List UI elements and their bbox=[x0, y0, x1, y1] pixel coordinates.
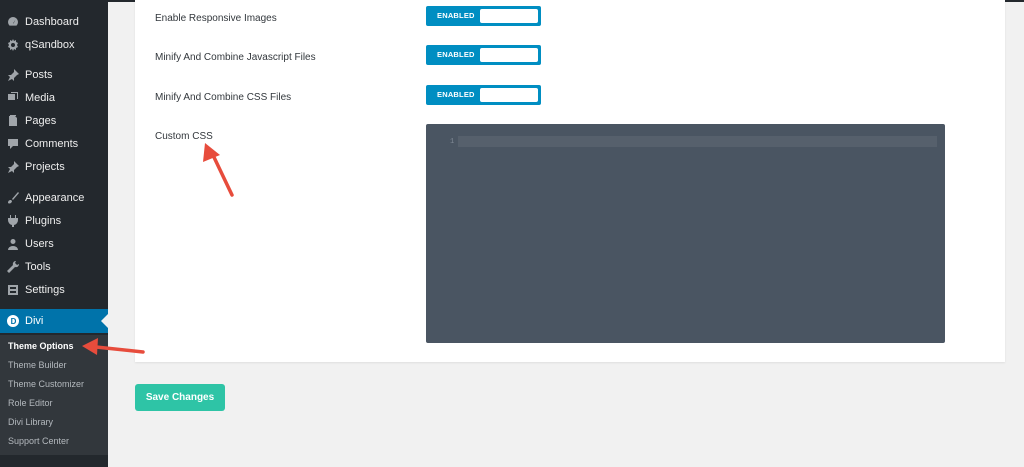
line-number: 1 bbox=[450, 138, 455, 146]
sidebar-item-tools[interactable]: Tools bbox=[0, 256, 108, 278]
sidebar-item-plugins[interactable]: Plugins bbox=[0, 210, 108, 232]
sidebar-item-label: Users bbox=[25, 238, 54, 250]
toggle-knob bbox=[480, 48, 538, 62]
comment-icon bbox=[7, 138, 19, 150]
plug-icon bbox=[7, 215, 19, 227]
submenu-support-center[interactable]: Support Center bbox=[8, 436, 69, 446]
sidebar-item-users[interactable]: Users bbox=[0, 233, 108, 255]
sidebar-item-qsandbox[interactable]: qSandbox bbox=[0, 34, 108, 56]
sidebar-item-comments[interactable]: Comments bbox=[0, 133, 108, 155]
brush-icon bbox=[7, 192, 19, 204]
minify-js-toggle[interactable]: ENABLED bbox=[426, 45, 541, 65]
sidebar-item-media[interactable]: Media bbox=[0, 87, 108, 109]
pages-icon bbox=[7, 115, 19, 127]
submenu-theme-options[interactable]: Theme Options bbox=[8, 341, 74, 351]
toggle-knob bbox=[480, 9, 538, 23]
sidebar-item-label: Dashboard bbox=[25, 16, 79, 28]
sidebar-item-label: Media bbox=[25, 92, 55, 104]
toggle-state: ENABLED bbox=[437, 90, 475, 99]
sidebar-item-divi[interactable]: D Divi bbox=[0, 309, 108, 333]
divi-submenu: Theme Options Theme Builder Theme Custom… bbox=[0, 335, 108, 455]
sidebar-item-posts[interactable]: Posts bbox=[0, 64, 108, 86]
sidebar-item-label: Comments bbox=[25, 138, 79, 150]
toggle-state: ENABLED bbox=[437, 11, 475, 20]
sidebar-item-label: Divi bbox=[25, 315, 44, 327]
sidebar-item-label: Posts bbox=[25, 69, 53, 81]
sidebar-item-projects[interactable]: Projects bbox=[0, 156, 108, 178]
submenu-role-editor[interactable]: Role Editor bbox=[8, 398, 53, 408]
submenu-theme-customizer[interactable]: Theme Customizer bbox=[8, 379, 84, 389]
submenu-theme-builder[interactable]: Theme Builder bbox=[8, 360, 67, 370]
sidebar-item-label: Tools bbox=[25, 261, 51, 273]
responsive-images-label: Enable Responsive Images bbox=[155, 13, 277, 24]
sidebar-item-appearance[interactable]: Appearance bbox=[0, 187, 108, 209]
admin-sidebar: Dashboard qSandbox Posts Media Pages Com… bbox=[0, 0, 108, 467]
active-line-highlight bbox=[458, 136, 937, 147]
sidebar-item-label: qSandbox bbox=[25, 39, 75, 51]
sidebar-item-pages[interactable]: Pages bbox=[0, 110, 108, 132]
sidebar-item-label: Pages bbox=[25, 115, 57, 127]
custom-css-editor[interactable]: 1 bbox=[426, 124, 945, 343]
current-menu-notch bbox=[101, 314, 108, 328]
responsive-images-toggle[interactable]: ENABLED bbox=[426, 6, 541, 26]
minify-css-label: Minify And Combine CSS Files bbox=[155, 92, 292, 103]
sidebar-item-settings[interactable]: Settings bbox=[0, 279, 108, 301]
toggle-state: ENABLED bbox=[437, 50, 475, 59]
custom-css-label: Custom CSS bbox=[155, 131, 213, 142]
toggle-knob bbox=[480, 88, 538, 102]
dashboard-icon bbox=[7, 16, 19, 28]
svg-text:D: D bbox=[11, 317, 17, 326]
divi-logo-icon: D bbox=[7, 315, 19, 327]
media-icon bbox=[7, 92, 19, 104]
sidebar-item-label: Appearance bbox=[25, 192, 85, 204]
submenu-divi-library[interactable]: Divi Library bbox=[8, 417, 53, 427]
pin-icon bbox=[7, 161, 19, 173]
save-changes-button[interactable]: Save Changes bbox=[135, 384, 225, 411]
user-icon bbox=[7, 238, 19, 250]
gear-icon bbox=[7, 39, 19, 51]
sidebar-item-label: Settings bbox=[25, 284, 65, 296]
sidebar-item-label: Plugins bbox=[25, 215, 62, 227]
wrench-icon bbox=[7, 261, 19, 273]
sidebar-item-label: Projects bbox=[25, 161, 65, 173]
pin-icon bbox=[7, 69, 19, 81]
minify-css-toggle[interactable]: ENABLED bbox=[426, 85, 541, 105]
sidebar-item-dashboard[interactable]: Dashboard bbox=[0, 11, 108, 33]
minify-js-label: Minify And Combine Javascript Files bbox=[155, 52, 316, 63]
settings-icon bbox=[7, 284, 19, 296]
